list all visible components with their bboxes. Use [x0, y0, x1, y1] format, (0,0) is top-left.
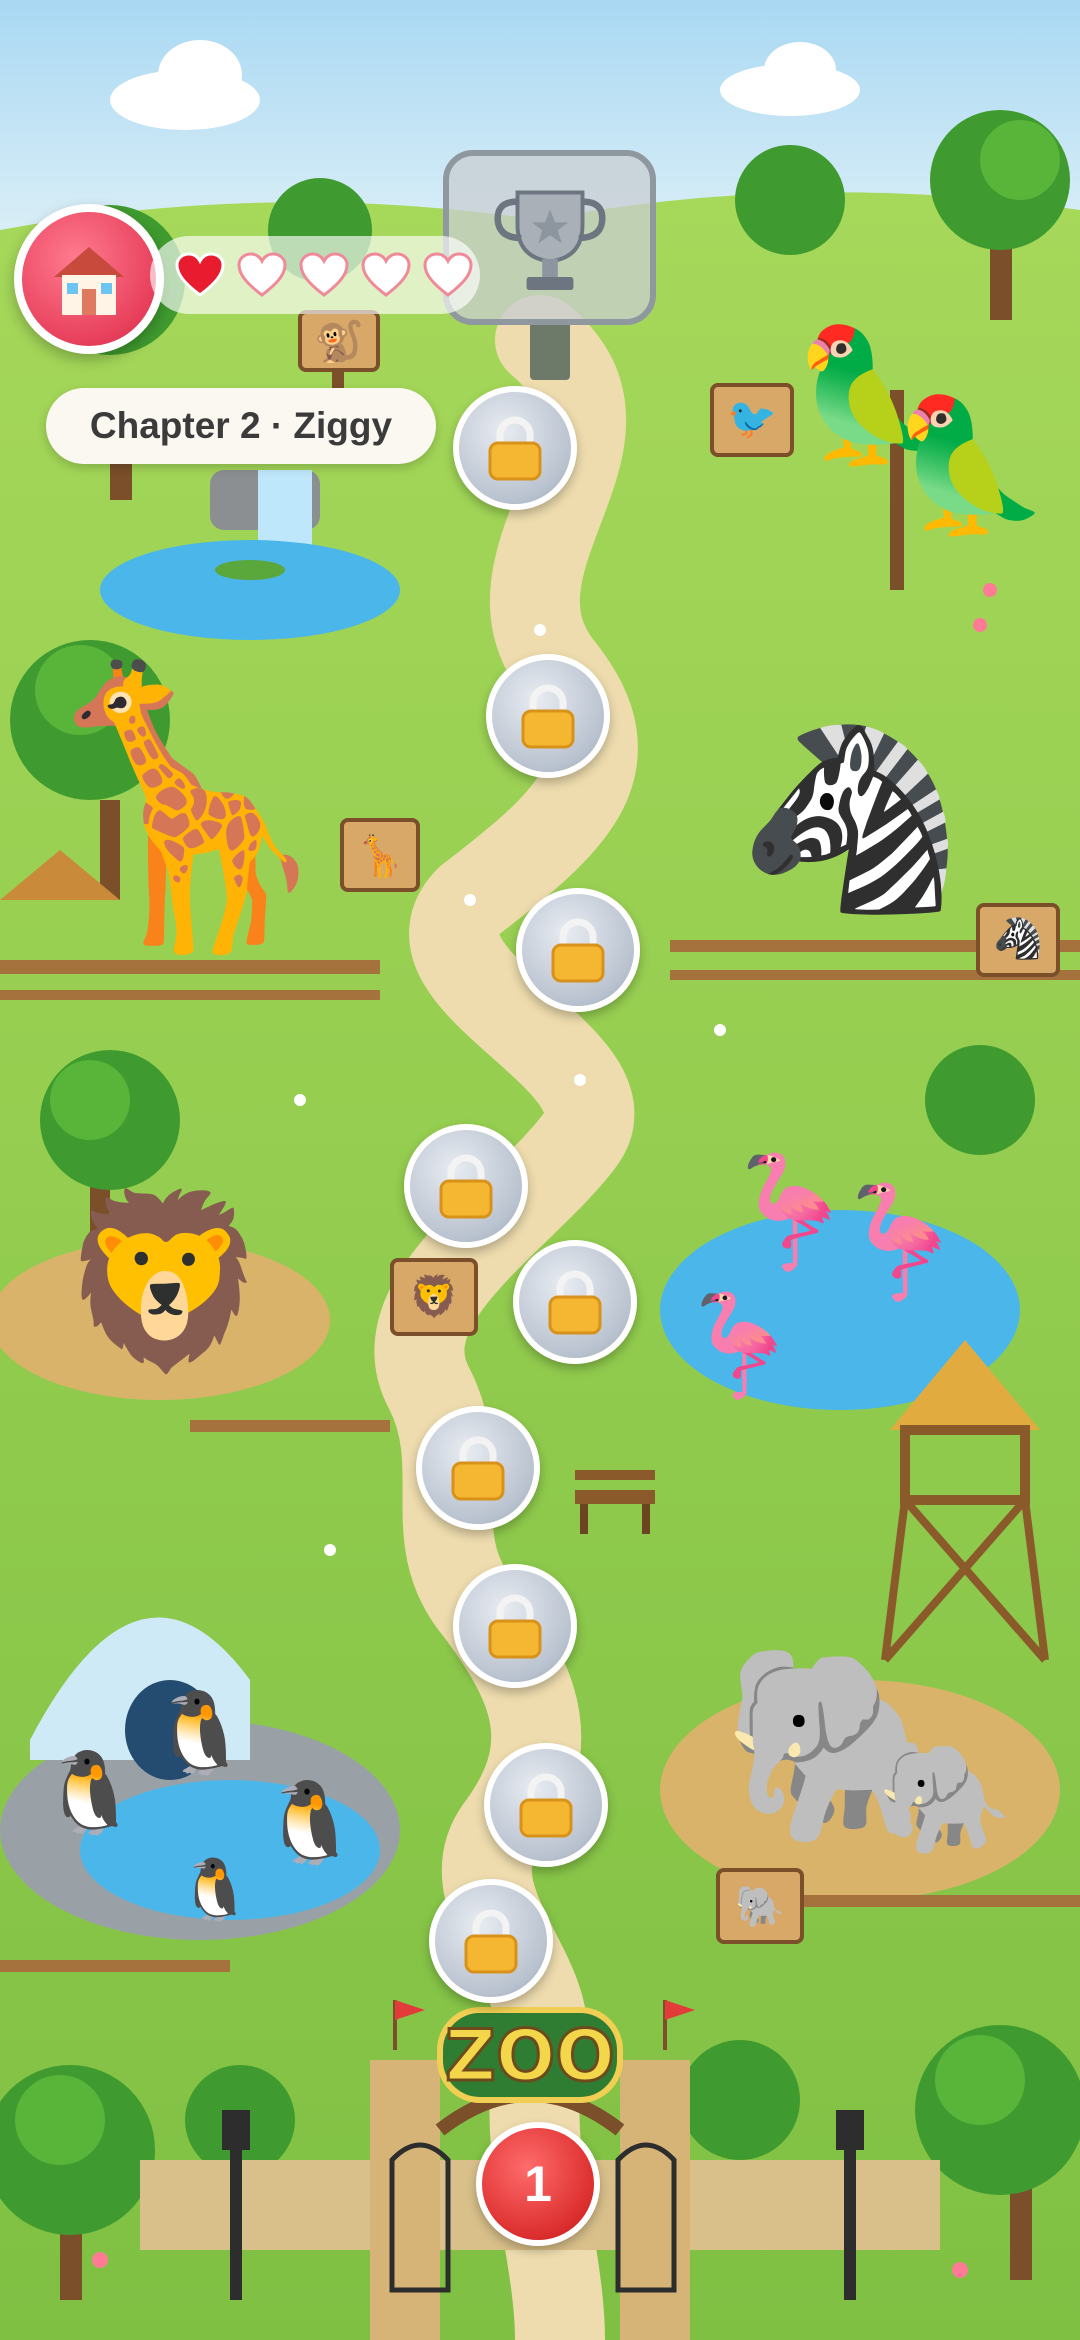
level-node-locked[interactable]: [516, 888, 640, 1012]
level-node-locked[interactable]: [429, 1879, 553, 2003]
lock-icon: [521, 684, 575, 749]
trophy-post: [530, 320, 570, 380]
lock-icon: [548, 1270, 602, 1335]
lock-icon: [451, 1436, 505, 1501]
svg-text:🐘: 🐘: [735, 1884, 785, 1930]
svg-text:🐘: 🐘: [877, 1736, 1014, 1859]
lives-hearts-bar: [150, 236, 480, 314]
lock-icon: [519, 1773, 573, 1838]
zoo-level-map-screen: 🐒 🦒 🦒 🦜 🦜 🐦 🦓 🦓 🦁 🦁 🦩 🦩 🦩 🐧 🐧 🐧 🐧 🐘 🐘 🐘 …: [0, 0, 1080, 2340]
svg-text:🦩: 🦩: [832, 1180, 969, 1308]
home-button[interactable]: [14, 204, 164, 354]
level-node-locked[interactable]: [453, 386, 577, 510]
heart-filled-icon: [175, 252, 225, 297]
lock-icon: [488, 1594, 542, 1659]
lock-icon: [439, 1154, 493, 1219]
level-node-locked[interactable]: [513, 1240, 637, 1364]
house-icon: [54, 247, 124, 315]
svg-text:🐧: 🐧: [40, 1747, 140, 1838]
svg-text:🦁: 🦁: [409, 1273, 459, 1320]
heart-empty-icon: [299, 252, 349, 297]
trophy-icon: [493, 190, 606, 290]
svg-text:🐧: 🐧: [150, 1687, 250, 1778]
zoo-gate-sign: ZOO: [445, 2015, 615, 2097]
level-node-current[interactable]: 1: [476, 2122, 600, 2246]
level-node-locked[interactable]: [486, 654, 610, 778]
heart-empty-icon: [423, 252, 473, 297]
svg-text:🦓: 🦓: [738, 716, 962, 920]
lock-icon: [551, 918, 605, 983]
level-node-locked[interactable]: [453, 1564, 577, 1688]
svg-text:🦒: 🦒: [355, 833, 405, 880]
level-node-locked[interactable]: [484, 1743, 608, 1867]
svg-text:🦁: 🦁: [59, 1185, 271, 1378]
svg-text:🦒: 🦒: [17, 655, 353, 959]
svg-text:🐧: 🐧: [178, 1855, 253, 1924]
svg-text:🦜: 🦜: [889, 388, 1051, 543]
lock-icon: [464, 1909, 518, 1974]
svg-text:🐒: 🐒: [314, 318, 364, 365]
level-number: 1: [524, 2156, 552, 2212]
level-node-locked[interactable]: [404, 1124, 528, 1248]
level-node-locked[interactable]: [416, 1406, 540, 1530]
svg-text:🦓: 🦓: [993, 915, 1043, 962]
chapter-title: Chapter 2 · Ziggy: [46, 388, 436, 464]
svg-text:🐧: 🐧: [260, 1777, 360, 1868]
svg-text:🦩: 🦩: [678, 1289, 803, 1405]
heart-empty-icon: [361, 252, 411, 297]
lock-icon: [488, 416, 542, 481]
trophy-button[interactable]: [443, 150, 656, 325]
svg-text:🐦: 🐦: [727, 396, 777, 442]
heart-empty-icon: [237, 252, 287, 297]
